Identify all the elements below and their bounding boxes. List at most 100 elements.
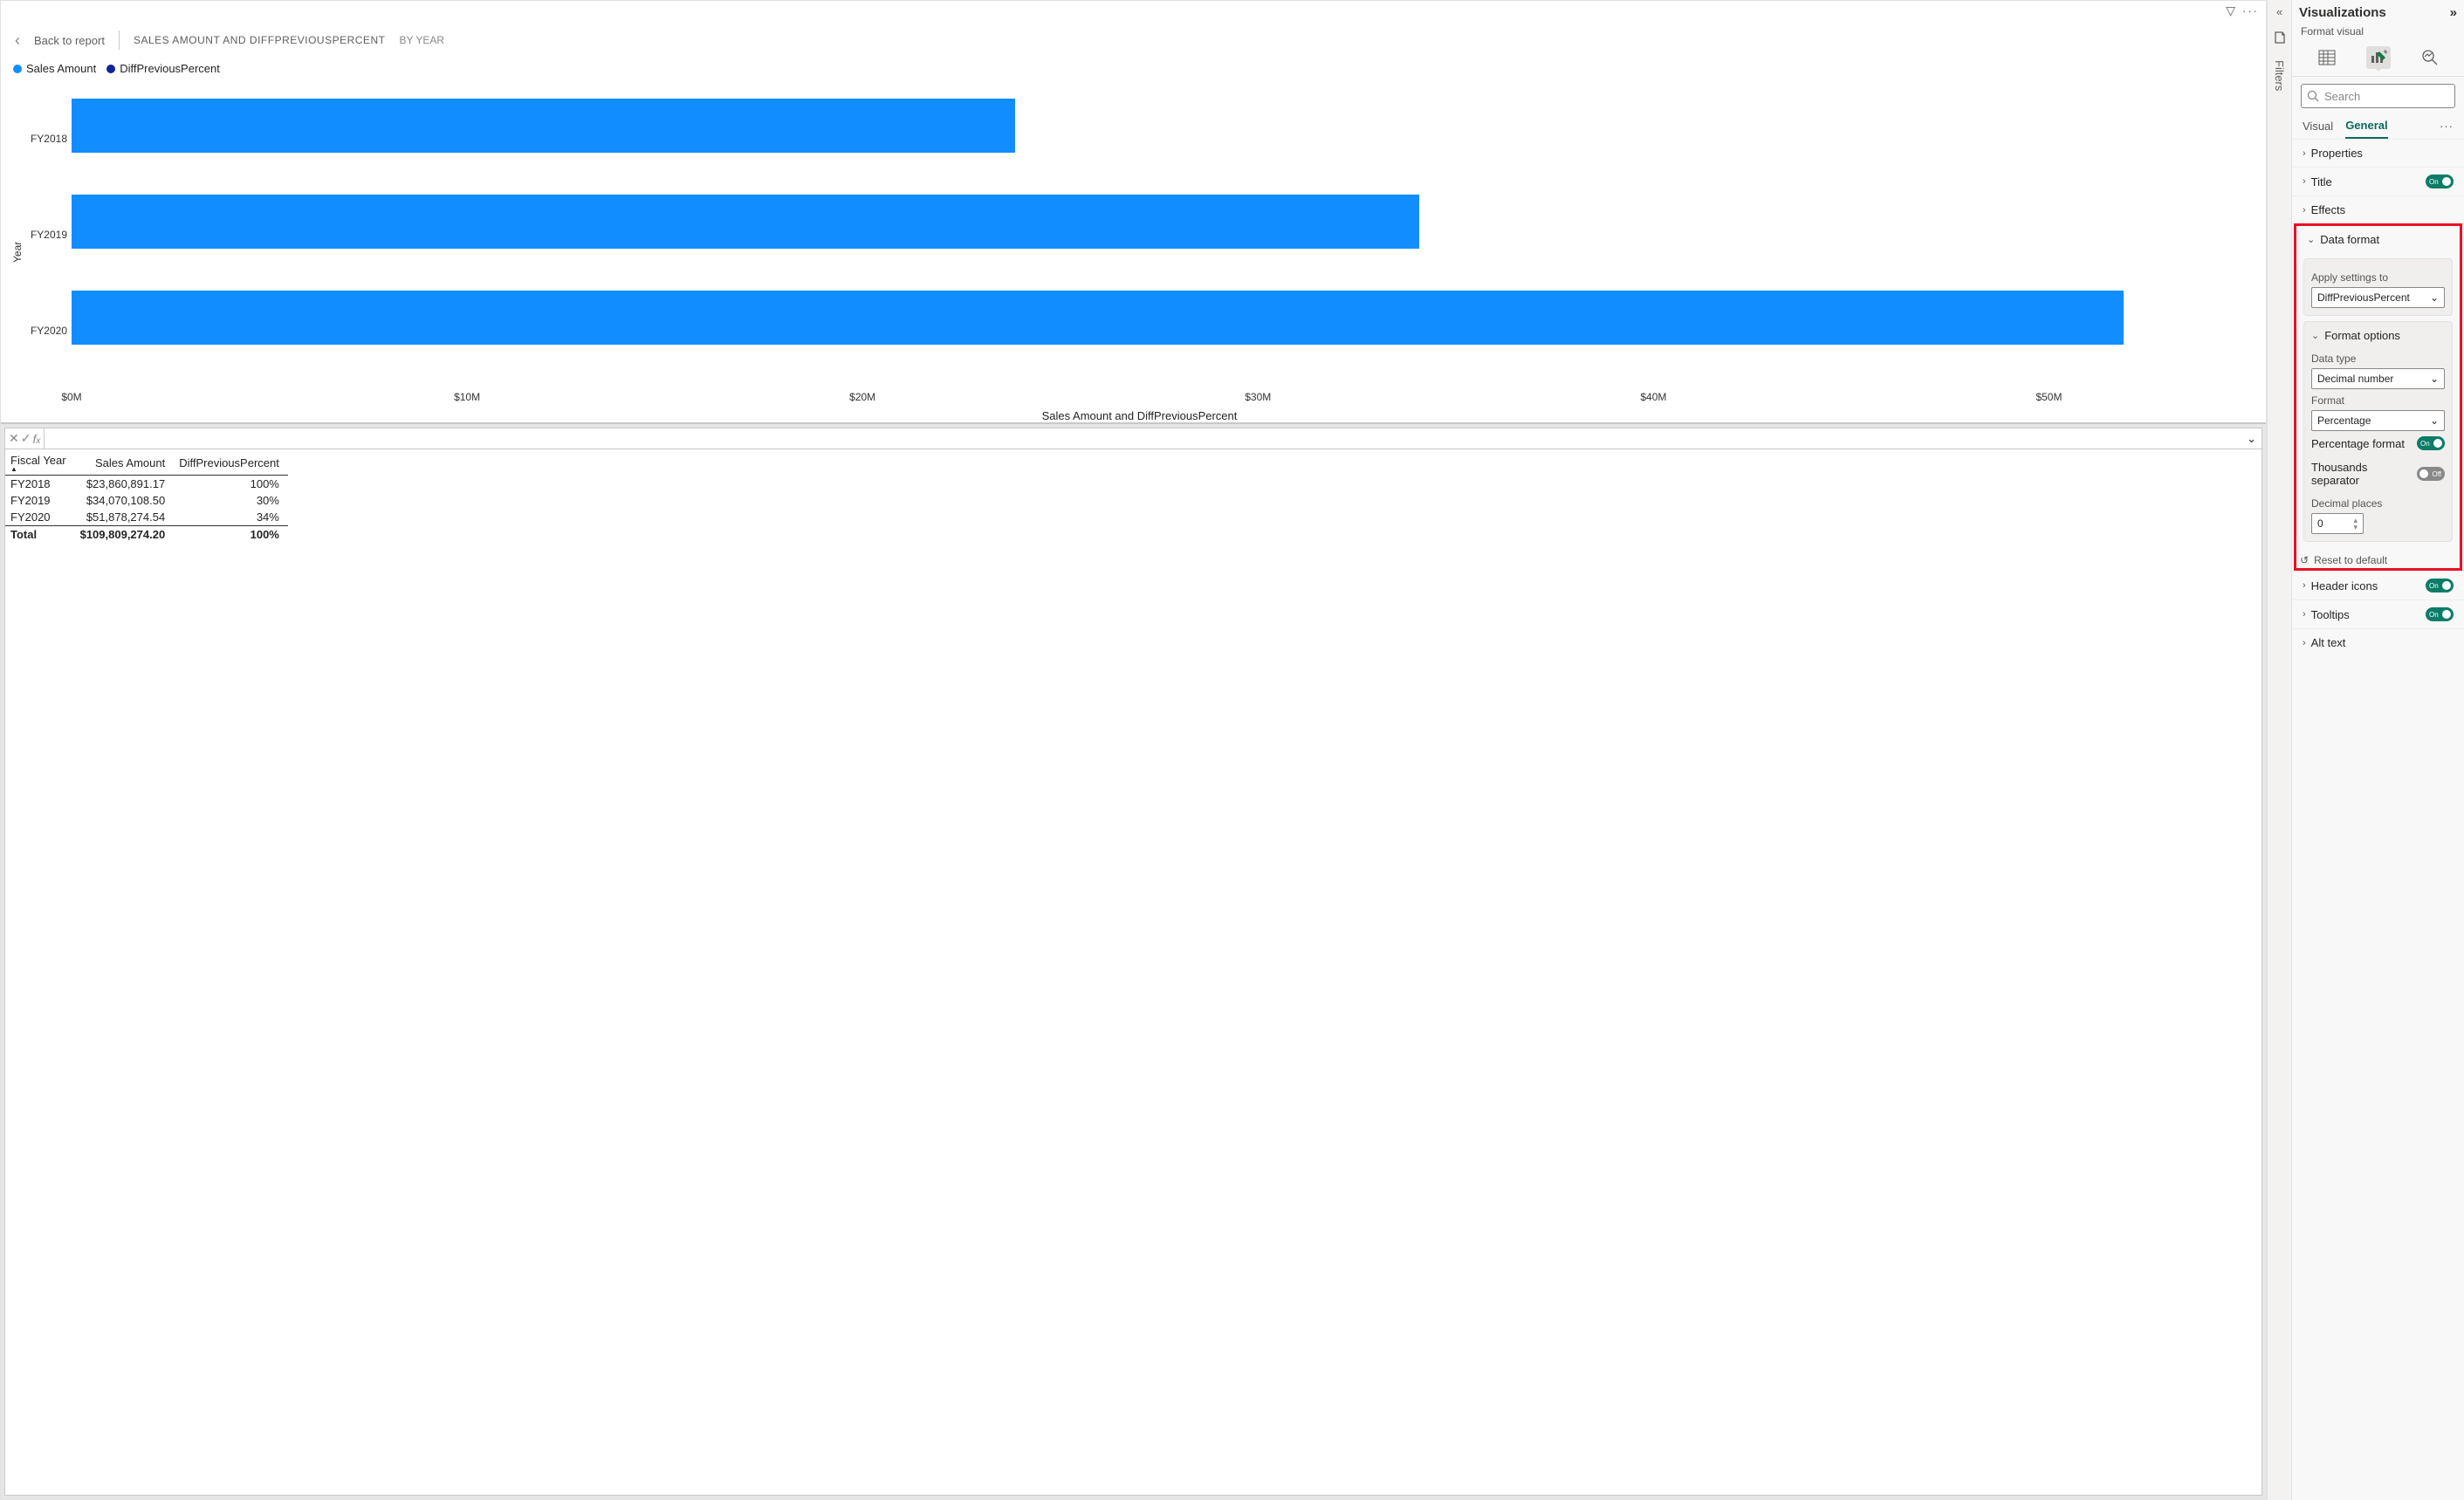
data-table-pane: ✕ ✓ fx ⌄ Fiscal Year▲Sales AmountDiffPre… (1, 424, 2266, 1499)
tab-visual[interactable]: Visual (2303, 114, 2333, 138)
format-options-header[interactable]: ⌄ Format options (2311, 329, 2445, 347)
filters-label: Filters (2273, 60, 2286, 91)
chevron-down-icon: ⌄ (2311, 330, 2319, 341)
section-tooltips[interactable]: ›Tooltips On (2292, 599, 2464, 628)
decimal-places-input[interactable]: 0 ▴▾ (2311, 513, 2364, 534)
divider (119, 31, 120, 50)
chevron-down-icon[interactable]: ⌄ (2247, 432, 2256, 446)
legend-item-diff[interactable]: DiffPreviousPercent (106, 62, 220, 75)
back-to-report-link[interactable]: Back to report (34, 34, 105, 47)
analytics-tab[interactable] (2418, 46, 2442, 69)
chevron-down-icon: ⌄ (2430, 291, 2439, 304)
chevron-right-icon: › (2303, 148, 2306, 159)
column-header[interactable]: DiffPreviousPercent (174, 451, 288, 476)
x-tick-label: $50M (2035, 391, 2062, 403)
more-icon[interactable]: ··· (2242, 4, 2259, 17)
spinner-icon[interactable]: ▴▾ (2353, 517, 2358, 531)
formula-input[interactable]: ⌄ (44, 428, 2262, 449)
y-tick-label: FY2018 (24, 133, 67, 145)
tooltips-toggle[interactable]: On (2426, 607, 2454, 621)
y-tick-label: FY2019 (24, 229, 67, 241)
table-row[interactable]: FY2019$34,070,108.5030% (5, 492, 288, 509)
apply-settings-to-select[interactable]: DiffPreviousPercent ⌄ (2311, 287, 2445, 308)
chart-plot-area[interactable]: FY2018FY2019FY2020 $0M$10M$20M$30M$40M$5… (24, 82, 2255, 422)
x-tick-label: $20M (849, 391, 875, 403)
x-axis-label: Sales Amount and DiffPreviousPercent (24, 409, 2255, 422)
legend-label: Sales Amount (26, 62, 96, 75)
legend-dot-icon (13, 65, 22, 73)
chevron-right-icon: › (2303, 609, 2306, 620)
report-canvas: ▽ ··· ‹ Back to report SALES AMOUNT AND … (0, 0, 2267, 1500)
data-type-label: Data type (2311, 353, 2445, 365)
x-tick-label: $30M (1245, 391, 1271, 403)
title-toggle[interactable]: On (2426, 175, 2454, 188)
chevron-right-icon: › (2303, 580, 2306, 591)
bar-FY2020[interactable] (72, 283, 2247, 353)
format-select[interactable]: Percentage ⌄ (2311, 410, 2445, 431)
back-arrow-icon[interactable]: ‹ (15, 31, 20, 50)
bar-FY2018[interactable] (72, 91, 2247, 161)
section-data-format[interactable]: ⌄Data format (2296, 226, 2460, 253)
collapse-icon[interactable]: « (2276, 5, 2282, 18)
column-header[interactable]: Sales Amount (75, 451, 175, 476)
column-header[interactable]: Fiscal Year▲ (5, 451, 75, 476)
fx-icon[interactable]: fx (32, 432, 40, 446)
format-label: Format (2311, 394, 2445, 407)
panel-title: Visualizations (2299, 5, 2386, 20)
chevron-down-icon: ⌄ (2430, 414, 2439, 427)
section-properties[interactable]: ›Properties (2292, 139, 2464, 167)
data-type-select[interactable]: Decimal number ⌄ (2311, 368, 2445, 389)
cancel-icon[interactable]: ✕ (9, 431, 19, 446)
format-visual-tab[interactable] (2366, 46, 2391, 69)
percentage-format-toggle[interactable]: On (2417, 436, 2445, 450)
chevron-down-icon: ⌄ (2307, 234, 2315, 245)
table-row[interactable]: FY2020$51,878,274.5434% (5, 509, 288, 526)
legend-dot-icon (106, 65, 115, 73)
commit-icon[interactable]: ✓ (21, 431, 31, 446)
search-icon (2307, 90, 2319, 102)
tab-general[interactable]: General (2345, 113, 2387, 139)
section-effects[interactable]: ›Effects (2292, 195, 2464, 223)
build-visual-tab[interactable] (2315, 46, 2339, 69)
chart-subtitle: BY YEAR (399, 34, 444, 46)
section-title[interactable]: ›Title On (2292, 167, 2464, 195)
format-options-card: ⌄ Format options Data type Decimal numbe… (2303, 321, 2453, 542)
y-tick-label: FY2020 (24, 325, 67, 337)
header-icons-toggle[interactable]: On (2426, 579, 2454, 592)
table-row[interactable]: FY2018$23,860,891.17100% (5, 476, 288, 493)
bar-FY2019[interactable] (72, 187, 2247, 257)
chevron-right-icon: › (2303, 176, 2306, 187)
section-header-icons[interactable]: ›Header icons On (2292, 571, 2464, 599)
chart-legend: Sales Amount DiffPreviousPercent (11, 58, 2255, 82)
thousands-separator-label: Thousands separator (2311, 461, 2417, 487)
sort-asc-icon: ▲ (10, 467, 66, 472)
filters-rail[interactable]: « Filters (2267, 0, 2291, 1500)
apply-settings-to-label: Apply settings to (2311, 271, 2445, 284)
reset-to-default[interactable]: ↺ Reset to default (2296, 547, 2460, 568)
more-options-icon[interactable]: ··· (2440, 120, 2454, 133)
expand-icon[interactable]: » (2450, 5, 2457, 20)
table-total-row: Total$109,809,274.20100% (5, 526, 288, 544)
legend-label: DiffPreviousPercent (120, 62, 220, 75)
section-alt-text[interactable]: ›Alt text (2292, 628, 2464, 656)
formula-bar: ✕ ✓ fx ⌄ (5, 428, 2262, 449)
search-input[interactable]: Search (2301, 84, 2455, 108)
panel-subtitle: Format visual (2292, 25, 2464, 43)
decimal-places-label: Decimal places (2311, 497, 2445, 510)
apply-settings-card: Apply settings to DiffPreviousPercent ⌄ (2303, 258, 2453, 316)
chart-title: SALES AMOUNT AND DIFFPREVIOUSPERCENT (134, 34, 386, 46)
y-axis-label: Year (11, 82, 24, 422)
legend-item-sales[interactable]: Sales Amount (13, 62, 96, 75)
data-table: Fiscal Year▲Sales AmountDiffPreviousPerc… (5, 451, 288, 543)
filter-icon[interactable]: ▽ (2226, 3, 2235, 18)
bookmark-icon[interactable] (2273, 31, 2287, 45)
thousands-separator-toggle[interactable]: Off (2417, 467, 2445, 481)
x-tick-label: $40M (1640, 391, 1666, 403)
chevron-down-icon: ⌄ (2430, 373, 2439, 385)
chevron-right-icon: › (2303, 638, 2306, 648)
chevron-right-icon: › (2303, 205, 2306, 216)
canvas-top-bar: ▽ ··· (1, 1, 2266, 20)
percentage-format-label: Percentage format (2311, 437, 2405, 450)
x-tick-label: $10M (454, 391, 480, 403)
chart-pane: ‹ Back to report SALES AMOUNT AND DIFFPR… (1, 20, 2266, 424)
